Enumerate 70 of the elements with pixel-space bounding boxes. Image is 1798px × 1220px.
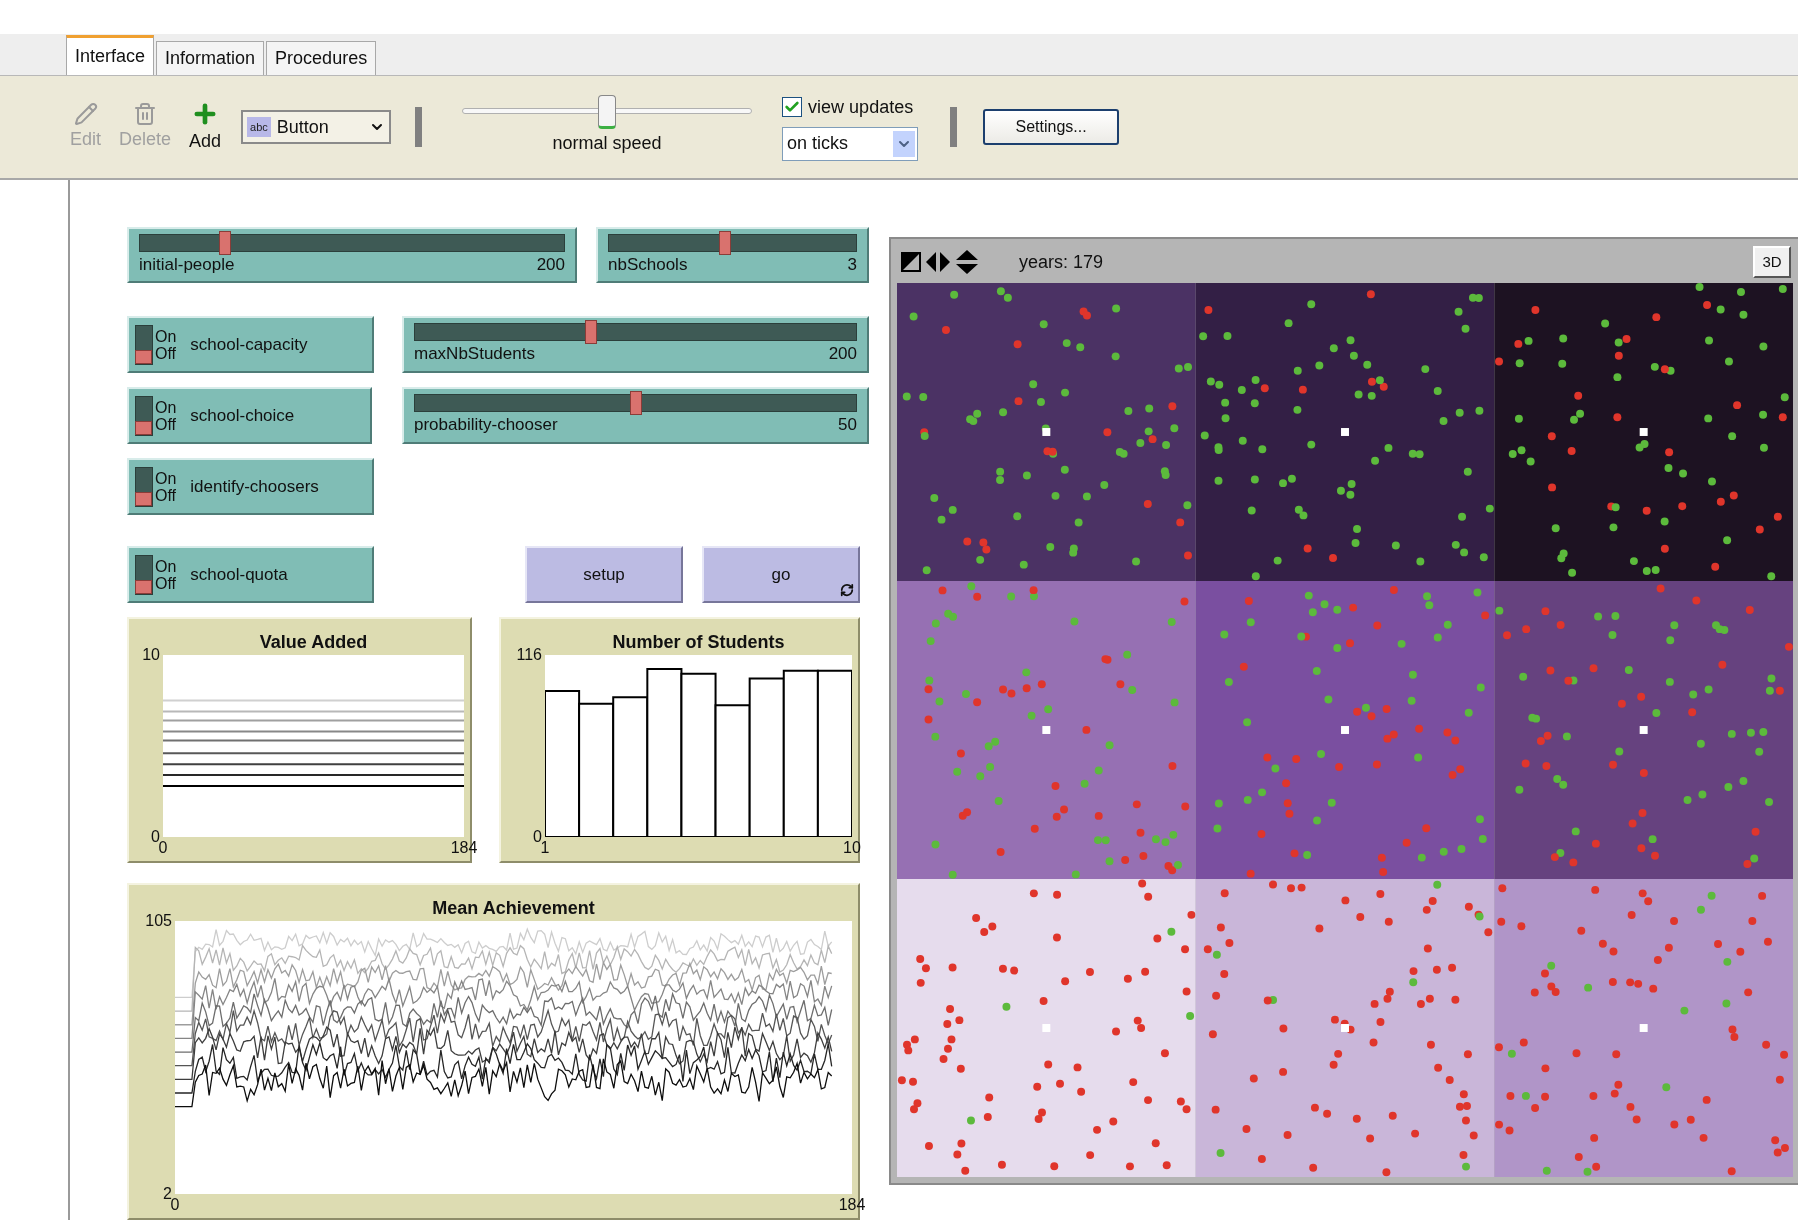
switch-toggle[interactable] bbox=[135, 324, 153, 365]
on-label: On bbox=[155, 327, 177, 345]
slider-thumb[interactable] bbox=[629, 391, 642, 415]
y-tick-label: 116 bbox=[516, 646, 542, 664]
y-tick-label: 10 bbox=[142, 646, 160, 664]
slider-thumb[interactable] bbox=[585, 320, 598, 344]
ticks-counter: years: 179 bbox=[1019, 250, 1104, 274]
switch-label: school-quota bbox=[190, 563, 288, 586]
x-tick-label: 10 bbox=[843, 839, 861, 857]
slider-label: probability-chooser bbox=[414, 415, 558, 435]
edge-wrap-icon bbox=[901, 252, 921, 272]
toolbar-button[interactable]: Add bbox=[189, 99, 222, 155]
slider-label: nbSchools bbox=[608, 255, 688, 275]
tab[interactable]: Interface bbox=[66, 35, 155, 75]
slider-value: 200 bbox=[536, 255, 565, 275]
plot-title: Number of Students bbox=[612, 630, 785, 654]
checkbox-label[interactable]: view updates bbox=[808, 93, 914, 121]
settings-button[interactable]: Settings... bbox=[983, 109, 1120, 145]
slider-label: initial-people bbox=[139, 255, 235, 275]
widget-button[interactable]: setup bbox=[525, 546, 683, 603]
y-tick-label: 105 bbox=[145, 912, 172, 930]
off-label: Off bbox=[155, 574, 177, 592]
slider-widget[interactable]: nbSchools 3 bbox=[596, 227, 869, 283]
toolbar-separator bbox=[415, 107, 423, 147]
switch-toggle[interactable] bbox=[135, 554, 153, 595]
slider-thumb[interactable] bbox=[719, 231, 732, 255]
y-tick-label: 0 bbox=[533, 828, 542, 845]
x-tick-label: 0 bbox=[158, 839, 168, 857]
widget-type-dropdown[interactable]: abc Button bbox=[241, 110, 392, 144]
widget-button[interactable]: go bbox=[702, 546, 860, 603]
plot-title: Value Added bbox=[259, 630, 368, 654]
slider-thumb[interactable] bbox=[218, 231, 231, 255]
left-right-arrows-icon bbox=[925, 251, 951, 273]
update-mode-dropdown[interactable]: on ticks bbox=[782, 126, 919, 161]
x-tick-label: 0 bbox=[170, 1196, 180, 1214]
checkbox[interactable] bbox=[782, 97, 803, 117]
y-tick-label: 2 bbox=[163, 1185, 172, 1202]
abc-icon: abc bbox=[247, 117, 271, 137]
slider-value: 200 bbox=[828, 344, 857, 364]
slider-widget[interactable]: initial-people 200 bbox=[127, 227, 577, 283]
trash-icon bbox=[133, 101, 158, 126]
switch-toggle[interactable] bbox=[135, 395, 153, 436]
y-tick-label: 0 bbox=[151, 828, 160, 845]
speed-label: normal speed bbox=[552, 131, 662, 155]
tab[interactable]: Procedures bbox=[266, 41, 377, 75]
slider-value: 50 bbox=[838, 415, 857, 435]
on-label: On bbox=[155, 469, 177, 487]
tab[interactable]: Information bbox=[156, 41, 265, 75]
on-label: On bbox=[155, 398, 177, 416]
x-tick-label: 184 bbox=[838, 1196, 866, 1214]
switch-toggle[interactable] bbox=[135, 466, 153, 507]
off-label: Off bbox=[155, 344, 177, 362]
plot-title: Mean Achievement bbox=[432, 896, 595, 920]
off-label: Off bbox=[155, 415, 177, 433]
speed-slider-thumb[interactable] bbox=[598, 94, 617, 129]
slider-widget[interactable]: maxNbStudents 200 bbox=[402, 316, 869, 373]
slider-label: maxNbStudents bbox=[414, 344, 535, 364]
pencil-icon bbox=[73, 101, 98, 126]
x-tick-label: 184 bbox=[450, 839, 478, 857]
slider-widget[interactable]: probability-chooser 50 bbox=[402, 387, 869, 444]
switch-label: identify-choosers bbox=[190, 475, 319, 498]
switch-label: school-choice bbox=[190, 404, 295, 427]
x-tick-label: 1 bbox=[540, 839, 550, 857]
on-label: On bbox=[155, 557, 177, 575]
slider-value: 3 bbox=[847, 255, 857, 275]
off-label: Off bbox=[155, 486, 177, 504]
3d-view-button[interactable]: 3D bbox=[1753, 246, 1791, 278]
up-down-arrows-icon bbox=[955, 249, 979, 275]
switch-label: school-capacity bbox=[190, 333, 308, 356]
toolbar-separator bbox=[950, 107, 958, 147]
